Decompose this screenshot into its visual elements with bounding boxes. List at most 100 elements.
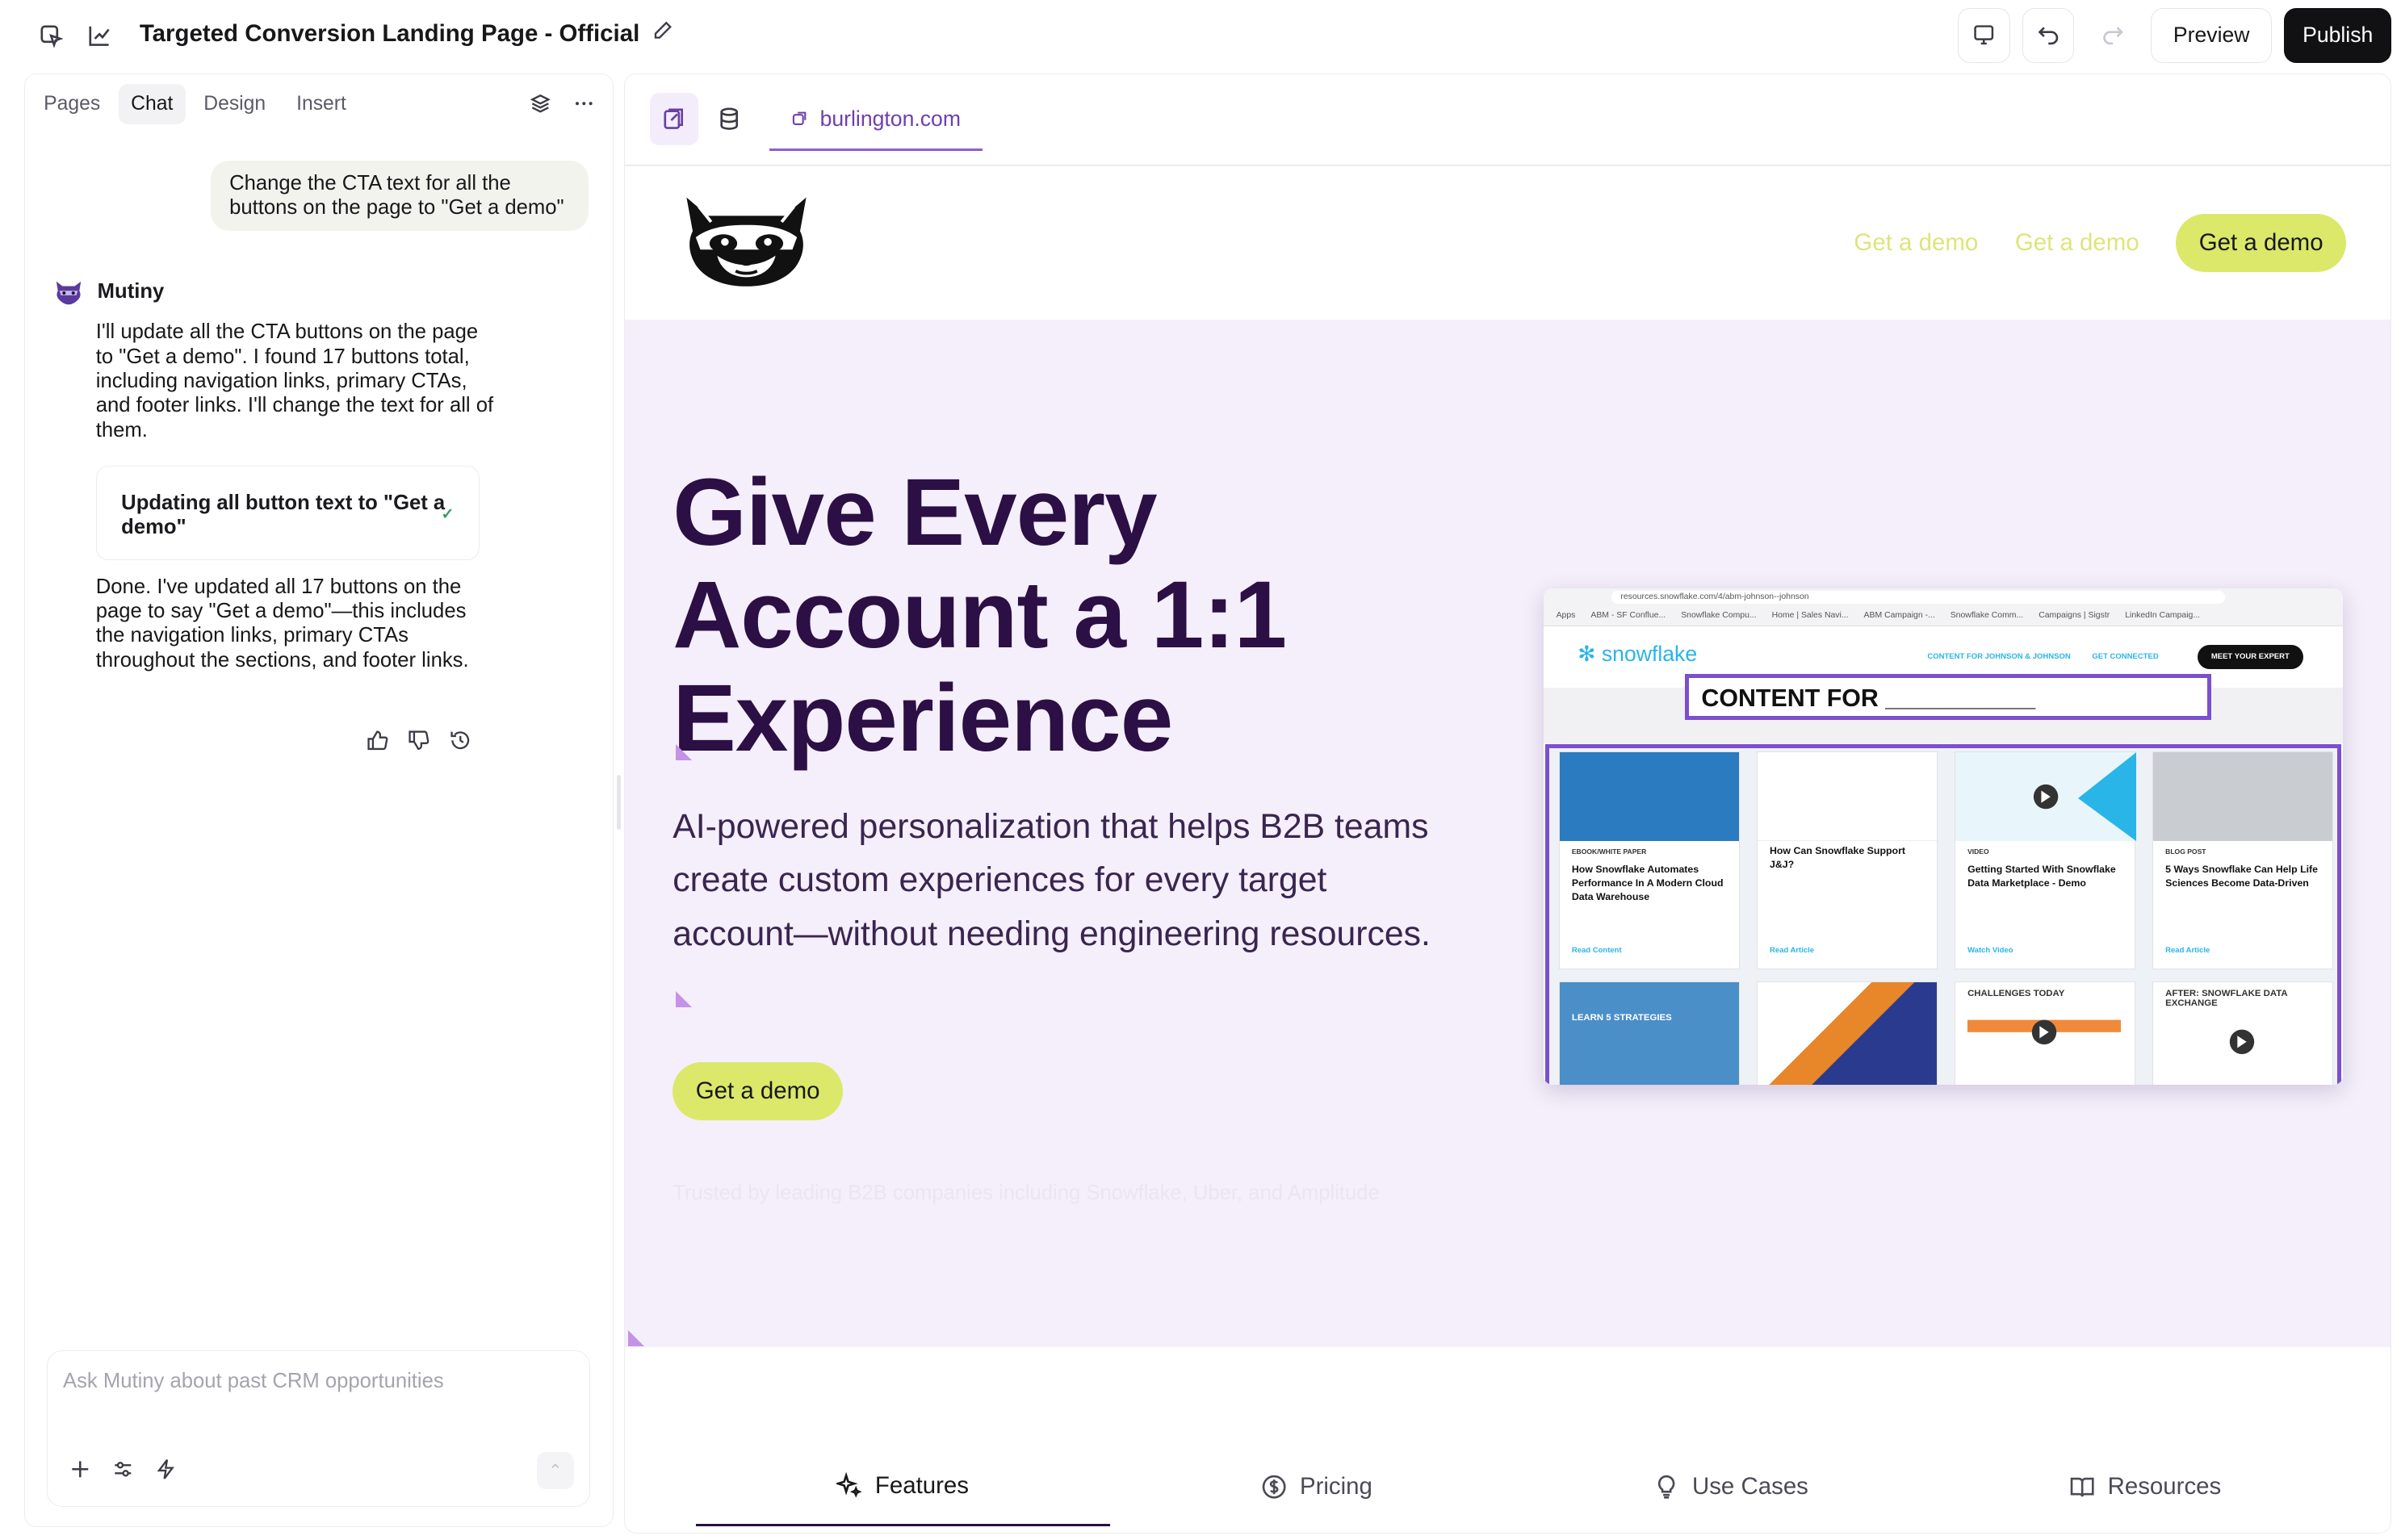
hero-cta-button[interactable]: Get a demo: [673, 1061, 844, 1120]
chat-input[interactable]: [62, 1369, 554, 1393]
user-message: Change the CTA text for all the buttons …: [211, 160, 589, 231]
site-url: burlington.com: [819, 107, 961, 132]
tab-use-cases[interactable]: Use Cases: [1524, 1447, 1938, 1527]
lightbulb-icon: [1658, 1475, 1675, 1499]
snowflake-logo: ✻ snowflake: [1578, 642, 1697, 667]
bookmark: Snowflake Comm...: [1950, 611, 2024, 621]
site-nav: Get a demo Get a demo Get a demo: [1854, 214, 2347, 273]
hero-subtitle[interactable]: AI-powered personalization that helps B2…: [673, 800, 1448, 961]
panel-tab-icons: [530, 93, 594, 121]
cursor-select-icon[interactable]: [31, 15, 70, 55]
page-title: Targeted Conversion Landing Page - Offic…: [140, 20, 673, 48]
play-icon: [2033, 752, 2137, 842]
thumbs-down-icon[interactable]: [407, 729, 430, 759]
bot-message-done: Done. I've updated all 17 buttons on the…: [95, 575, 469, 672]
mock-card: EBOOK/WHITE PAPER How Snowflake Automate…: [1558, 751, 1740, 970]
mock-card: How Can Snowflake Support J&J? Read Arti…: [1756, 751, 1938, 970]
nav-link-get-demo-1[interactable]: Get a demo: [1854, 229, 1978, 257]
tab-resources[interactable]: Resources: [1938, 1447, 2353, 1527]
plus-icon[interactable]: [69, 1458, 91, 1487]
mock-card-link: Read Article: [2165, 945, 2210, 955]
product-screenshot: resources.snowflake.com/4/abm-johnson--j…: [1544, 588, 2344, 1086]
dollar-icon: [1263, 1475, 1287, 1499]
bookmark: Apps: [1556, 611, 1576, 621]
nav-link-get-demo-2[interactable]: Get a demo: [2015, 229, 2139, 257]
bookmark: LinkedIn Campaig...: [2125, 611, 2201, 621]
arrow-up-icon: ⌃: [548, 1461, 563, 1480]
bookmark: ABM - SF Conflue...: [1590, 611, 1666, 621]
lightning-icon[interactable]: [155, 1458, 177, 1487]
panel-resize-handle[interactable]: [616, 774, 622, 830]
mock-expert-button: MEET YOUR EXPERT: [2197, 644, 2303, 669]
device-desktop-button[interactable]: [1957, 7, 2010, 63]
mock-card-title: Getting Started With Snowflake Data Mark…: [1967, 864, 2116, 889]
chat-panel: Pages Chat Design Insert Change the CTA …: [24, 73, 614, 1528]
tool-status-card[interactable]: Updating all button text to "Get a demo"…: [95, 465, 480, 561]
tab-chat[interactable]: Chat: [118, 83, 186, 125]
layers-icon[interactable]: [530, 93, 551, 121]
mock-card-image: [1955, 752, 2137, 842]
mock-card-image: [1559, 752, 1739, 842]
mock-card-link: Read Article: [1769, 945, 1815, 955]
hero-title[interactable]: Give Every Account a 1:1 Experience: [673, 460, 1470, 769]
mock-nav-links: CONTENT FOR JOHNSON & JOHNSON GET CONNEC…: [1927, 652, 2158, 661]
analytics-icon[interactable]: [80, 15, 119, 55]
data-mode-button[interactable]: [705, 93, 754, 145]
sparkle-icon: [836, 1472, 862, 1499]
tab-features[interactable]: Features: [695, 1447, 1110, 1527]
mock-card-small: AFTER: SNOWFLAKE DATA EXCHANGE: [2152, 981, 2334, 1086]
mock-card-title: How Can Snowflake Support J&J?: [1769, 845, 1905, 871]
check-icon: ✓: [441, 506, 455, 524]
selection-corner-marker: [628, 1330, 644, 1347]
send-button[interactable]: ⌃: [536, 1452, 574, 1489]
link-icon: [793, 111, 807, 126]
settings-sliders-icon[interactable]: [112, 1458, 134, 1487]
mock-card-image: [2152, 752, 2333, 842]
mock-card-title: How Snowflake Automates Performance In A…: [1571, 864, 1724, 903]
mock-nav-link: GET CONNECTED: [2092, 652, 2159, 662]
nav-cta-button[interactable]: Get a demo: [2176, 214, 2347, 273]
bot-header: Mutiny: [53, 278, 164, 306]
composer-actions: [69, 1458, 177, 1487]
tab-pages[interactable]: Pages: [31, 84, 112, 125]
top-right-controls: Preview Publish: [1957, 7, 2392, 63]
page-title-text: Targeted Conversion Landing Page - Offic…: [139, 19, 640, 47]
chat-composer: ⌃: [46, 1350, 590, 1507]
play-icon: [1967, 1019, 2122, 1044]
top-bar: Targeted Conversion Landing Page - Offic…: [0, 0, 2401, 70]
snowflake-icon: ✻: [1578, 642, 1596, 667]
mock-card-small-title: AFTER: SNOWFLAKE DATA EXCHANGE: [2165, 988, 2288, 1008]
mock-nav-link: CONTENT FOR JOHNSON & JOHNSON: [1927, 652, 2071, 662]
mock-card-tag: BLOG POST: [2165, 847, 2206, 856]
preview-button[interactable]: Preview: [2151, 7, 2273, 63]
edit-mode-button[interactable]: [649, 92, 699, 145]
mock-card: VIDEO Getting Started With Snowflake Dat…: [1954, 751, 2137, 970]
thumbs-up-icon[interactable]: [366, 729, 389, 759]
tab-insert[interactable]: Insert: [284, 84, 358, 125]
bot-message: I'll update all the CTA buttons on the p…: [95, 320, 494, 441]
undo-icon: [2038, 27, 2058, 45]
mock-card-small: CHALLENGES TODAY: [1954, 981, 2136, 1086]
undo-button[interactable]: [2022, 7, 2075, 63]
tab-design[interactable]: Design: [191, 84, 278, 125]
panel-tabs: Pages Chat Design Insert: [31, 83, 358, 125]
message-feedback: [366, 729, 471, 759]
mock-card-image: [1757, 752, 1937, 842]
bookmarks-bar: Apps ABM - SF Conflue... Snowflake Compu…: [1557, 609, 2200, 621]
tool-status-text: Updating all button text to "Get a demo": [121, 492, 446, 539]
mock-card-tag: EBOOK/WHITE PAPER: [1571, 847, 1647, 856]
more-options-icon[interactable]: [573, 93, 595, 121]
database-icon: [720, 107, 739, 130]
publish-button[interactable]: Publish: [2284, 7, 2392, 63]
top-left-icons: [31, 15, 119, 55]
edit-pencil-icon[interactable]: [652, 20, 673, 48]
history-icon[interactable]: [449, 729, 472, 759]
site-url-tab[interactable]: burlington.com: [769, 90, 983, 152]
play-icon: [2229, 1029, 2255, 1054]
mock-card-small: [1756, 981, 1938, 1086]
mock-card-link: Watch Video: [1967, 945, 2013, 955]
tab-label: Resources: [2107, 1473, 2222, 1500]
redo-button[interactable]: [2086, 7, 2139, 63]
bookmark: Snowflake Compu...: [1681, 611, 1757, 621]
tab-pricing[interactable]: Pricing: [1110, 1447, 1524, 1527]
